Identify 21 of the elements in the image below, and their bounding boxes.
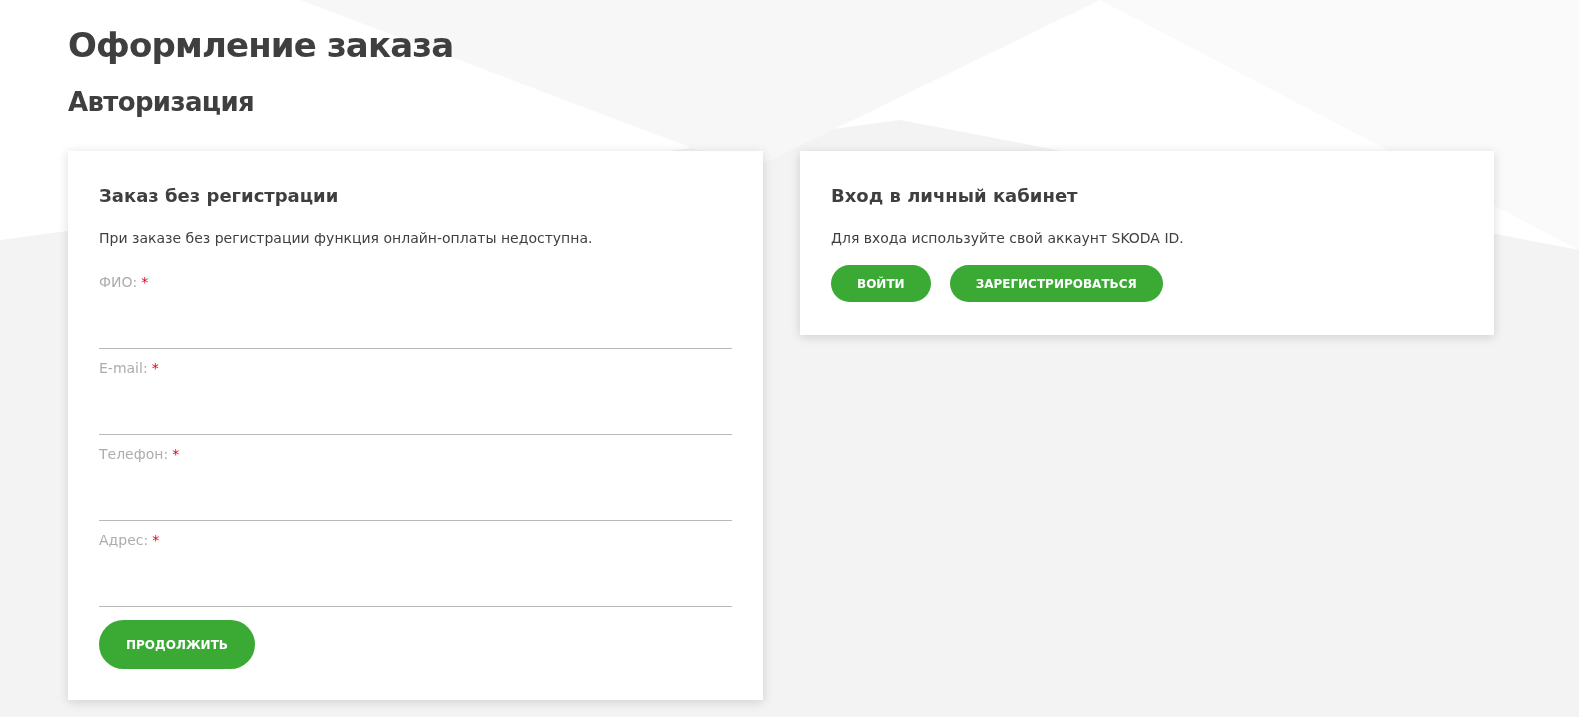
pill-button[interactable]: ПРОДОЛЖИТЬ xyxy=(99,620,255,669)
form-field[interactable]: Адрес: * xyxy=(99,521,732,607)
form-field[interactable]: Телефон: * xyxy=(99,435,732,521)
pill-button[interactable]: ВОЙТИ xyxy=(831,265,931,302)
required-mark: * xyxy=(172,445,180,464)
card-title: Вход в личный кабинет xyxy=(831,184,1079,208)
field-label: E-mail: xyxy=(99,359,148,378)
card-title: Заказ без регистрации xyxy=(99,184,340,208)
form-field[interactable]: E-mail: * xyxy=(99,349,732,435)
pill-button[interactable]: ЗАРЕГИСТРИРОВАТЬСЯ xyxy=(949,265,1163,302)
card-note: При заказе без регистрации функция онлайн-оплаты недоступна. xyxy=(99,229,594,248)
required-mark: * xyxy=(152,531,160,550)
field-label: Адрес: xyxy=(99,531,149,550)
section-title: Авторизация xyxy=(68,86,256,119)
required-mark: * xyxy=(151,359,159,378)
page-title: Оформление заказа xyxy=(68,24,455,67)
card-note: Для входа используйте свой аккаунт SKODA ID. xyxy=(831,229,1185,248)
field-label: ФИО: xyxy=(99,273,138,292)
required-mark: * xyxy=(141,273,149,292)
form-field[interactable]: ФИО: * xyxy=(99,263,732,349)
field-label: Телефон: xyxy=(99,445,169,464)
